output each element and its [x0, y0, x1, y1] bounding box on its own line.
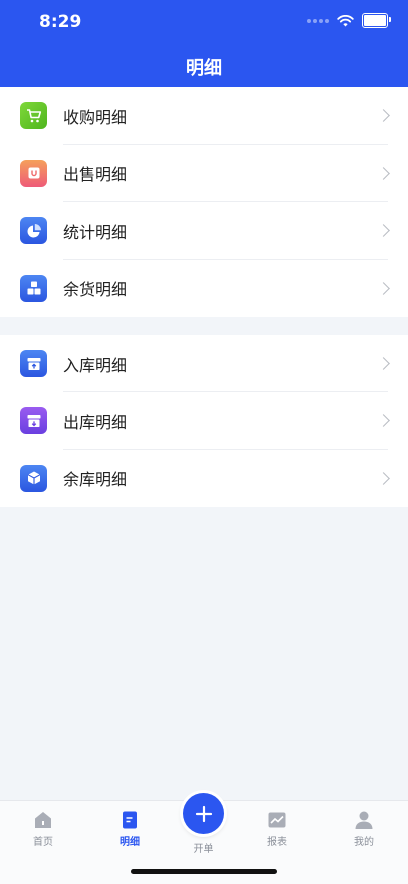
- menu-item-sales-detail[interactable]: 出售明细: [0, 145, 408, 202]
- home-indicator: [131, 869, 277, 874]
- inbox-in-icon: [20, 350, 47, 378]
- chevron-right-icon: [377, 357, 390, 371]
- tab-label: 首页: [33, 837, 53, 848]
- tab-label: 明细: [120, 837, 140, 848]
- battery-icon: [362, 13, 391, 28]
- menu-group-trade: 收购明细 出售明细 统计明细 余货明细: [0, 87, 408, 317]
- signal-icon: [307, 18, 329, 23]
- inbox-out-icon: [20, 407, 47, 435]
- tab-detail[interactable]: 明细: [100, 810, 160, 848]
- chevron-right-icon: [377, 166, 390, 180]
- menu-item-purchase-detail[interactable]: 收购明细: [0, 87, 408, 145]
- menu-item-label: 收购明细: [63, 107, 128, 127]
- create-order-label: 开单: [193, 844, 214, 855]
- menu-item-stock-in-detail[interactable]: 入库明细: [0, 335, 408, 393]
- status-time: 8:29: [39, 12, 82, 32]
- boxes-icon: [20, 274, 47, 302]
- menu-item-label: 余货明细: [63, 280, 128, 300]
- line-chart-icon: [268, 812, 286, 828]
- cart-icon: [20, 102, 47, 130]
- menu-item-stock-out-detail[interactable]: 出库明细: [0, 392, 408, 450]
- pie-chart-icon: [20, 217, 47, 245]
- home-icon: [35, 812, 51, 828]
- page-title: 明细: [186, 58, 222, 79]
- chevron-right-icon: [377, 414, 390, 428]
- menu-item-statistics-detail[interactable]: 统计明细: [0, 202, 408, 260]
- menu-item-label: 余库明细: [63, 470, 128, 490]
- plus-icon: [195, 805, 212, 822]
- wifi-icon: [337, 14, 354, 26]
- bag-icon: [20, 159, 47, 187]
- menu-item-remaining-stock-detail[interactable]: 余库明细: [0, 450, 408, 507]
- chevron-right-icon: [377, 109, 390, 123]
- menu-item-remaining-goods-detail[interactable]: 余货明细: [0, 260, 408, 318]
- tab-label: 报表: [267, 837, 287, 848]
- tab-mine[interactable]: 我的: [334, 810, 394, 848]
- menu-item-label: 出库明细: [63, 412, 128, 432]
- menu-item-label: 出售明细: [63, 165, 128, 185]
- tab-label: 我的: [354, 837, 374, 848]
- header: 8:29 明细: [0, 0, 408, 87]
- tab-home[interactable]: 首页: [13, 810, 73, 848]
- menu-item-label: 统计明细: [63, 222, 128, 242]
- menu-item-label: 入库明细: [63, 355, 128, 375]
- user-icon: [355, 811, 373, 829]
- create-order-button[interactable]: [183, 793, 224, 834]
- tab-report[interactable]: 报表: [247, 810, 307, 848]
- menu-group-warehouse: 入库明细 出库明细 余库明细: [0, 335, 408, 507]
- document-icon: [123, 811, 137, 829]
- chevron-right-icon: [377, 224, 390, 238]
- status-icons: [307, 13, 391, 28]
- chevron-right-icon: [377, 281, 390, 295]
- cube-icon: [20, 464, 47, 492]
- chevron-right-icon: [377, 471, 390, 485]
